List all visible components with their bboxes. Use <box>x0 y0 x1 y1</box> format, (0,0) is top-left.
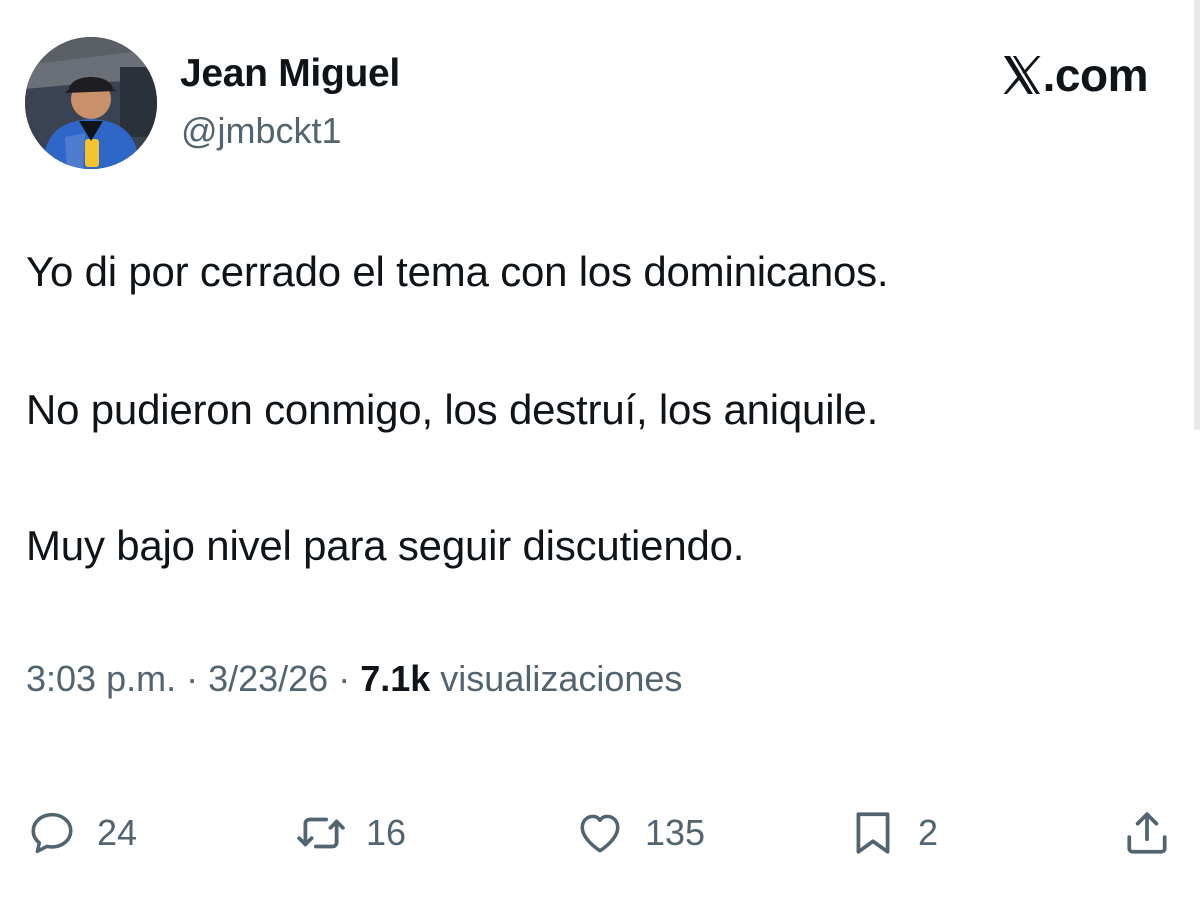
tweet-meta: 3:03 p.m. · 3/23/26 · 7.1k visualizacion… <box>26 658 682 700</box>
tweet-text-line-2: No pudieron conmigo, los destruí, los an… <box>26 386 879 433</box>
like-button[interactable]: 135 <box>575 808 705 858</box>
meta-separator-2: · <box>328 658 361 699</box>
meta-separator-1: · <box>176 658 209 699</box>
repost-icon <box>297 817 345 849</box>
author-display-name[interactable]: Jean Miguel <box>180 52 400 96</box>
bookmark-count: 2 <box>918 812 939 853</box>
tweet-text-line-1: Yo di por cerrado el tema con los domini… <box>26 248 889 295</box>
profile-photo-icon <box>25 37 157 169</box>
x-com-brand: .com <box>1003 48 1149 102</box>
like-count: 135 <box>645 812 706 853</box>
tweet-time[interactable]: 3:03 p.m. <box>26 658 176 699</box>
tweet-text-line-3: Muy bajo nivel para seguir discutiendo. <box>26 522 745 569</box>
bookmark-button[interactable]: 2 <box>848 808 938 858</box>
reply-icon <box>31 812 73 854</box>
scrollbar-edge <box>1194 0 1200 430</box>
share-button[interactable] <box>1122 808 1172 858</box>
share-icon <box>1127 812 1167 854</box>
repost-count: 16 <box>366 812 407 853</box>
reply-count: 24 <box>97 812 138 853</box>
repost-button[interactable]: 16 <box>296 808 406 858</box>
bookmark-icon <box>856 812 890 854</box>
reply-button[interactable]: 24 <box>27 808 137 858</box>
tweet-date[interactable]: 3/23/26 <box>208 658 328 699</box>
x-logo-icon <box>1003 56 1041 94</box>
brand-text: .com <box>1042 49 1149 101</box>
views-label: visualizaciones <box>430 658 683 699</box>
heart-icon <box>580 814 620 853</box>
author-handle[interactable]: @jmbckt1 <box>181 110 342 152</box>
views-count: 7.1k <box>360 658 431 699</box>
author-avatar[interactable] <box>25 37 157 169</box>
